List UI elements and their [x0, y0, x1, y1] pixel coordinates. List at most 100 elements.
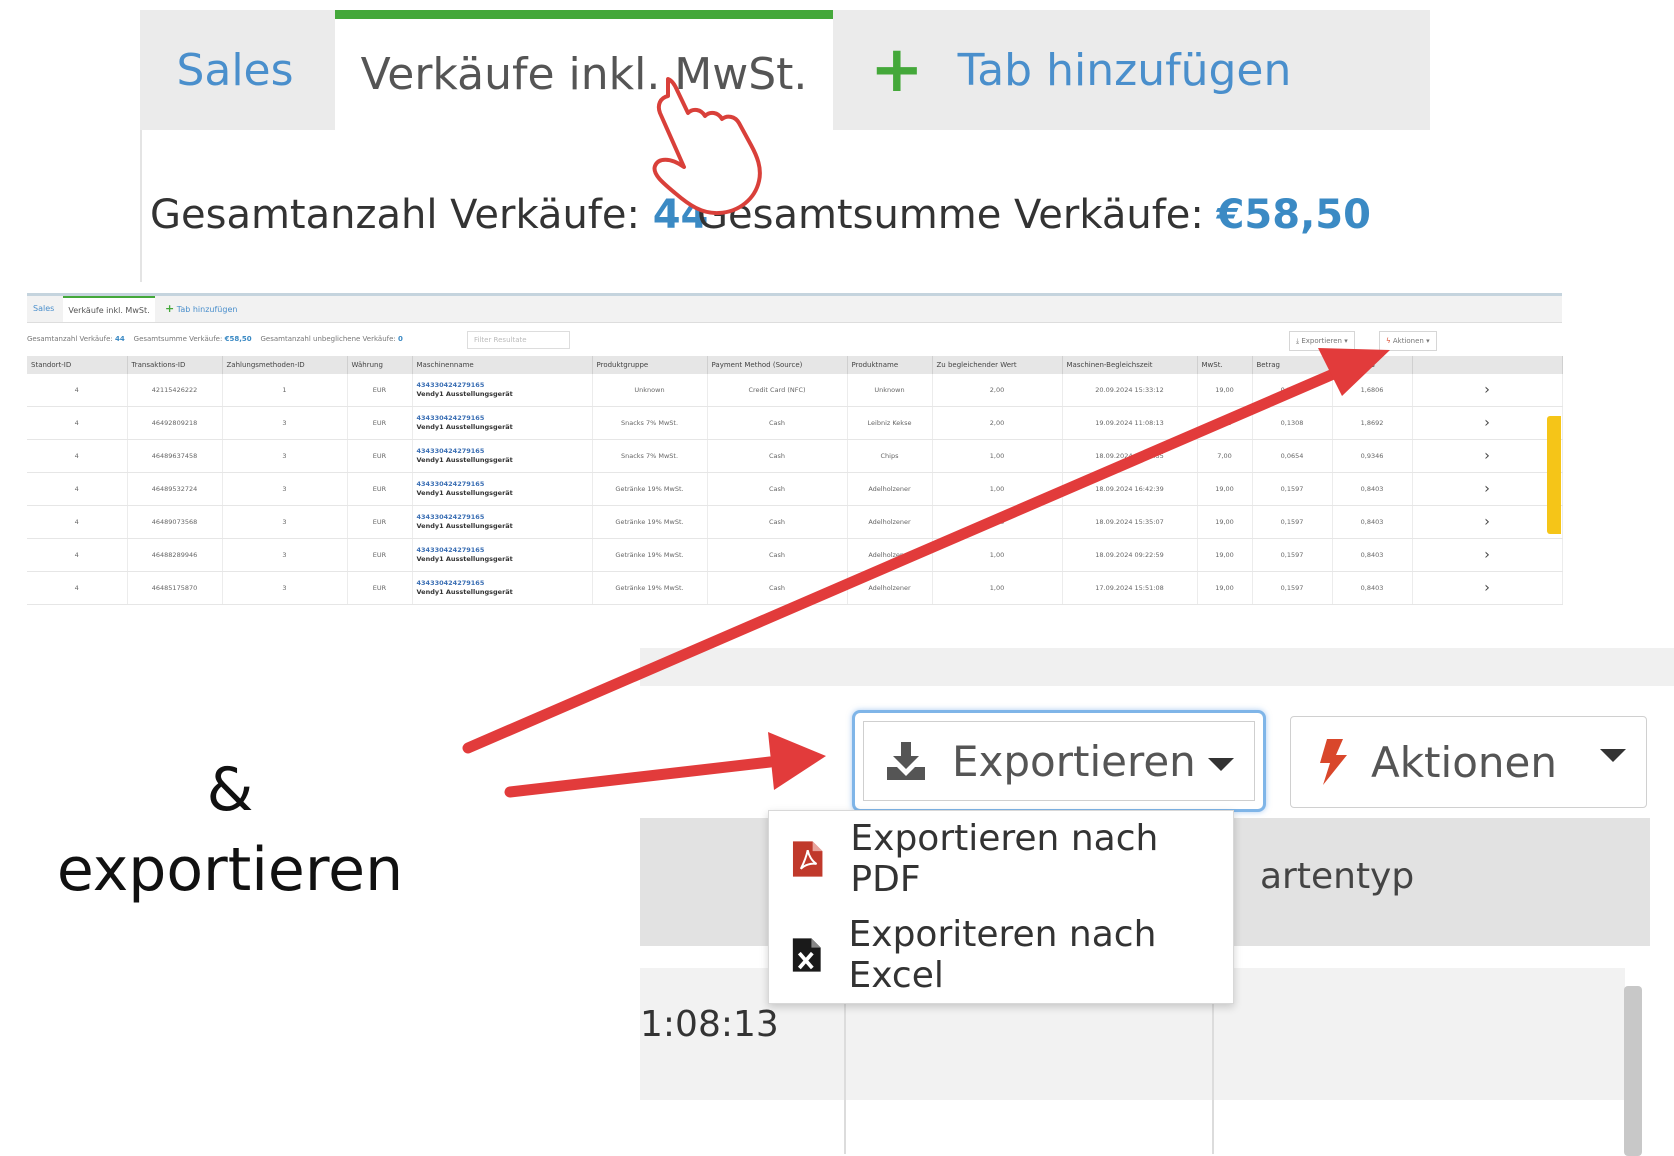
column-header[interactable]: Netto Preis: [1332, 356, 1413, 374]
table-row[interactable]: 4 46489073568 3 EUR 434330424279165 Vendy1 Au…: [27, 505, 1563, 539]
row-expand[interactable]: ›: [1412, 406, 1563, 440]
table-cell: Adelholzener: [847, 472, 933, 506]
machine-id[interactable]: 434330424279165: [417, 447, 591, 456]
mini-export-button[interactable]: ⤓ Exportieren ▾: [1289, 331, 1355, 351]
table-cell: EUR: [347, 505, 413, 539]
table-cell: 18.09.2024 09:22:59: [1062, 538, 1198, 572]
table-cell: 0,8403: [1332, 505, 1413, 539]
tab-sales[interactable]: Sales: [140, 10, 330, 130]
export-button[interactable]: Exportieren: [852, 710, 1266, 812]
table-cell: 2,00: [932, 374, 1063, 407]
mini-plus-icon: +: [165, 302, 175, 315]
machine-cell[interactable]: 434330424279165 Vendy1 Ausstellungsgerät: [412, 538, 593, 572]
machine-id[interactable]: 434330424279165: [417, 513, 591, 522]
mini-tab-add[interactable]: + Tab hinzufügen: [165, 296, 237, 322]
table-cell: 1,00: [932, 538, 1063, 572]
chevron-right-icon[interactable]: ›: [1484, 580, 1490, 596]
column-header[interactable]: Zahlungsmethoden-ID: [222, 356, 348, 374]
table-cell: 1: [222, 374, 348, 407]
machine-cell[interactable]: 434330424279165 Vendy1 Ausstellungsgerät: [412, 505, 593, 539]
menu-item-export-pdf[interactable]: Exportieren nach PDF: [769, 811, 1233, 907]
table-cell: 0,8403: [1332, 472, 1413, 506]
actions-button[interactable]: Aktionen: [1290, 716, 1647, 808]
table-row[interactable]: 4 46489637458 3 EUR 434330424279165 Vendy1 Au…: [27, 439, 1563, 473]
stats-area: Gesamtanzahl Verkäufe: 44 Gesamtsumme Ve…: [140, 130, 1432, 282]
machine-id[interactable]: 434330424279165: [417, 546, 591, 555]
column-header[interactable]: Produktname: [847, 356, 933, 374]
column-header[interactable]: Maschinen-Begleichszeit: [1062, 356, 1198, 374]
row-expand[interactable]: ›: [1412, 571, 1563, 605]
table-cell: EUR: [347, 439, 413, 473]
machine-cell[interactable]: 434330424279165 Vendy1 Ausstellungsgerät: [412, 406, 593, 440]
total-sum-value: €58,50: [1216, 192, 1371, 238]
machine-cell[interactable]: 434330424279165 Vendy1 Ausstellungsgerät: [412, 472, 593, 506]
machine-cell[interactable]: 434330424279165 Vendy1 Ausstellungsgerät: [412, 374, 593, 407]
column-header[interactable]: Produktgruppe: [592, 356, 708, 374]
row-expand[interactable]: ›: [1412, 505, 1563, 539]
table-row[interactable]: 4 46492809218 3 EUR 434330424279165 Vendy1 Au…: [27, 406, 1563, 440]
table-cell: Getränke 19% MwSt.: [592, 571, 708, 605]
machine-name: Vendy1 Ausstellungsgerät: [416, 456, 513, 464]
chevron-right-icon[interactable]: ›: [1484, 481, 1490, 497]
table-cell: 46489073568: [127, 505, 223, 539]
column-header[interactable]: Betrag: [1252, 356, 1333, 374]
chevron-right-icon[interactable]: ›: [1484, 514, 1490, 530]
mini-tab-sales-incl-vat[interactable]: Verkäufe inkl. MwSt.: [63, 296, 155, 322]
table-cell: 1,00: [932, 439, 1063, 473]
tab-add-button[interactable]: + Tab hinzufügen: [870, 10, 1370, 130]
mini-tab-sales[interactable]: Sales: [33, 296, 54, 322]
table-cell: EUR: [347, 374, 413, 407]
machine-cell[interactable]: 434330424279165 Vendy1 Ausstellungsgerät: [412, 439, 593, 473]
row-expand[interactable]: ›: [1412, 472, 1563, 506]
machine-name: Vendy1 Ausstellungsgerät: [416, 555, 513, 563]
row-expand[interactable]: ›: [1412, 538, 1563, 572]
column-header[interactable]: MwSt.: [1197, 356, 1253, 374]
table-cell: 19,00: [1197, 472, 1253, 506]
tab-sales-incl-vat[interactable]: Verkäufe inkl. MwSt.: [335, 10, 833, 130]
machine-id[interactable]: 434330424279165: [417, 579, 591, 588]
table-cell: 4: [27, 538, 128, 572]
zoomed-export-panel: Exportieren Aktionen artentyp 1:08:13 Ex…: [640, 648, 1674, 1156]
table-cell: EUR: [347, 571, 413, 605]
table-cell: 0,1597: [1252, 472, 1333, 506]
table-row[interactable]: 4 46489532724 3 EUR 434330424279165 Vendy1 Au…: [27, 472, 1563, 506]
plus-icon: +: [870, 33, 924, 107]
mini-open-value: 0: [398, 335, 403, 343]
side-tab[interactable]: [1547, 416, 1561, 534]
machine-cell[interactable]: 434330424279165 Vendy1 Ausstellungsgerät: [412, 571, 593, 605]
scrollbar[interactable]: [1624, 986, 1642, 1156]
table-cell: Getränke 19% MwSt.: [592, 538, 708, 572]
table-row[interactable]: 4 42115426222 1 EUR 434330424279165 Vendy1 Au…: [27, 374, 1563, 407]
tab-add-label: Tab hinzufügen: [957, 44, 1292, 96]
table-cell: Adelholzener: [847, 505, 933, 539]
mini-filter-input[interactable]: Filter Resultate: [467, 331, 570, 349]
table-cell: Cash: [707, 406, 848, 440]
machine-id[interactable]: 434330424279165: [417, 480, 591, 489]
chevron-right-icon[interactable]: ›: [1484, 547, 1490, 563]
chevron-right-icon[interactable]: ›: [1484, 415, 1490, 431]
table-cell: 0,9346: [1332, 439, 1413, 473]
menu-item-export-excel[interactable]: Exporiteren nach Excel: [769, 907, 1233, 1003]
machine-id[interactable]: 434330424279165: [417, 414, 591, 423]
column-header[interactable]: Währung: [347, 356, 413, 374]
column-header[interactable]: Transaktions-ID: [127, 356, 223, 374]
row-expand[interactable]: ›: [1412, 374, 1563, 407]
table-cell: 0,0654: [1252, 439, 1333, 473]
chevron-right-icon[interactable]: ›: [1484, 382, 1490, 398]
mini-actions-button[interactable]: ϟ Aktionen ▾: [1379, 331, 1437, 351]
column-header[interactable]: Standort-ID: [27, 356, 128, 374]
table-header: Standort-ID Transaktions-ID Zahlungsmeth…: [27, 356, 1563, 374]
chevron-right-icon[interactable]: ›: [1484, 448, 1490, 464]
machine-name: Vendy1 Ausstellungsgerät: [416, 588, 513, 596]
column-header[interactable]: Maschinenname: [412, 356, 593, 374]
table-cell: 19.09.2024 11:08:13: [1062, 406, 1198, 440]
machine-id[interactable]: 434330424279165: [417, 381, 591, 390]
table-row[interactable]: 4 46485175870 3 EUR 434330424279165 Vendy1 Au…: [27, 571, 1563, 605]
table-cell: 7,00: [1197, 406, 1253, 440]
table-row[interactable]: 4 46488289946 3 EUR 434330424279165 Vendy1 Au…: [27, 538, 1563, 572]
column-header[interactable]: Zu begleichender Wert: [932, 356, 1063, 374]
mini-open-label: Gesamtanzahl unbeglichene Verkäufe:: [260, 335, 396, 343]
table-cell: Cash: [707, 505, 848, 539]
column-header[interactable]: Payment Method (Source): [707, 356, 848, 374]
row-expand[interactable]: ›: [1412, 439, 1563, 473]
